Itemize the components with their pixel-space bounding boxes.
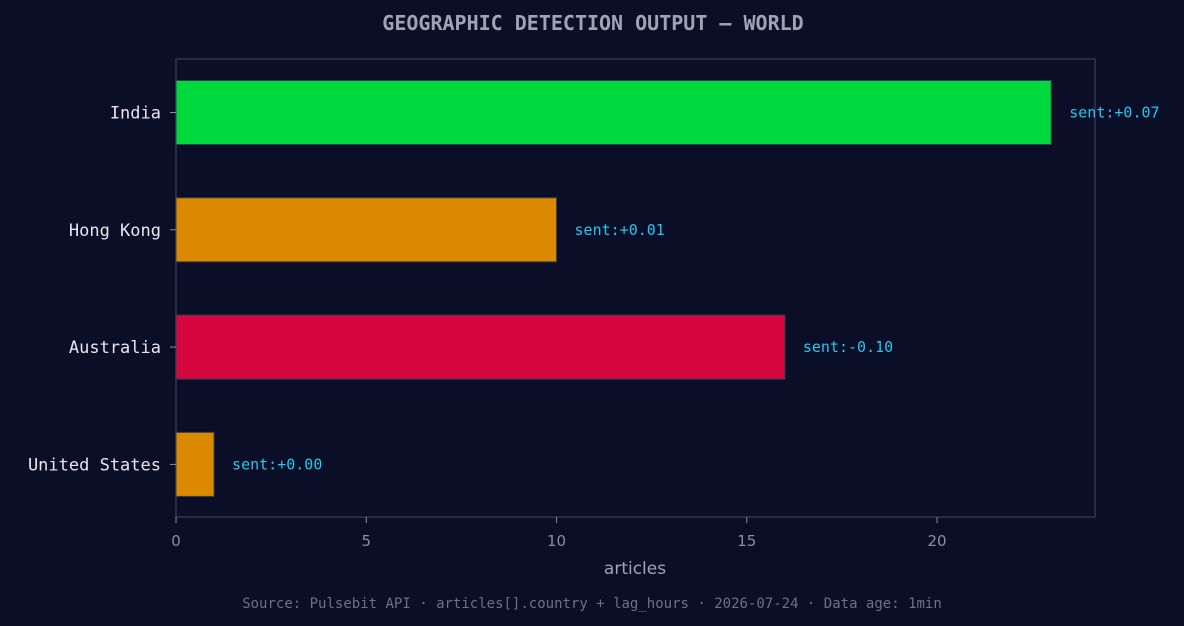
- bar-australia: [175, 314, 786, 380]
- x-tick-label: 20: [928, 532, 947, 550]
- sentiment-annotation: sent:-0.10: [803, 338, 893, 356]
- bar-united-states: [175, 431, 215, 497]
- chart-title: GEOGRAPHIC DETECTION OUTPUT — WORLD: [382, 11, 803, 35]
- x-axis-label: articles: [604, 559, 666, 579]
- bar-chart: GEOGRAPHIC DETECTION OUTPUT — WORLD Indi…: [28, 11, 1160, 612]
- x-axis: 0 5 10 15 20: [171, 517, 947, 550]
- bar-india: [175, 80, 1052, 145]
- category-label: India: [110, 104, 161, 124]
- sentiment-annotation: sent:+0.01: [575, 221, 665, 239]
- source-footer: Source: Pulsebit API · articles[].countr…: [242, 596, 942, 612]
- x-tick-label: 15: [737, 532, 756, 550]
- category-label: Hong Kong: [69, 221, 161, 241]
- bar-hong-kong: [175, 197, 558, 263]
- category-label: Australia: [69, 338, 161, 358]
- x-tick-label: 10: [547, 532, 566, 550]
- x-tick-label: 0: [171, 532, 181, 550]
- sentiment-annotation: sent:+0.00: [232, 455, 322, 473]
- annotations-layer: sent:+0.07 sent:+0.01 sent:-0.10 sent:+0.00: [232, 104, 1159, 474]
- bars-layer: [175, 80, 1052, 497]
- x-tick-label: 5: [361, 532, 371, 550]
- category-label: United States: [28, 455, 161, 475]
- sentiment-annotation: sent:+0.07: [1069, 104, 1159, 122]
- category-axis: India Hong Kong Australia United States: [28, 104, 176, 475]
